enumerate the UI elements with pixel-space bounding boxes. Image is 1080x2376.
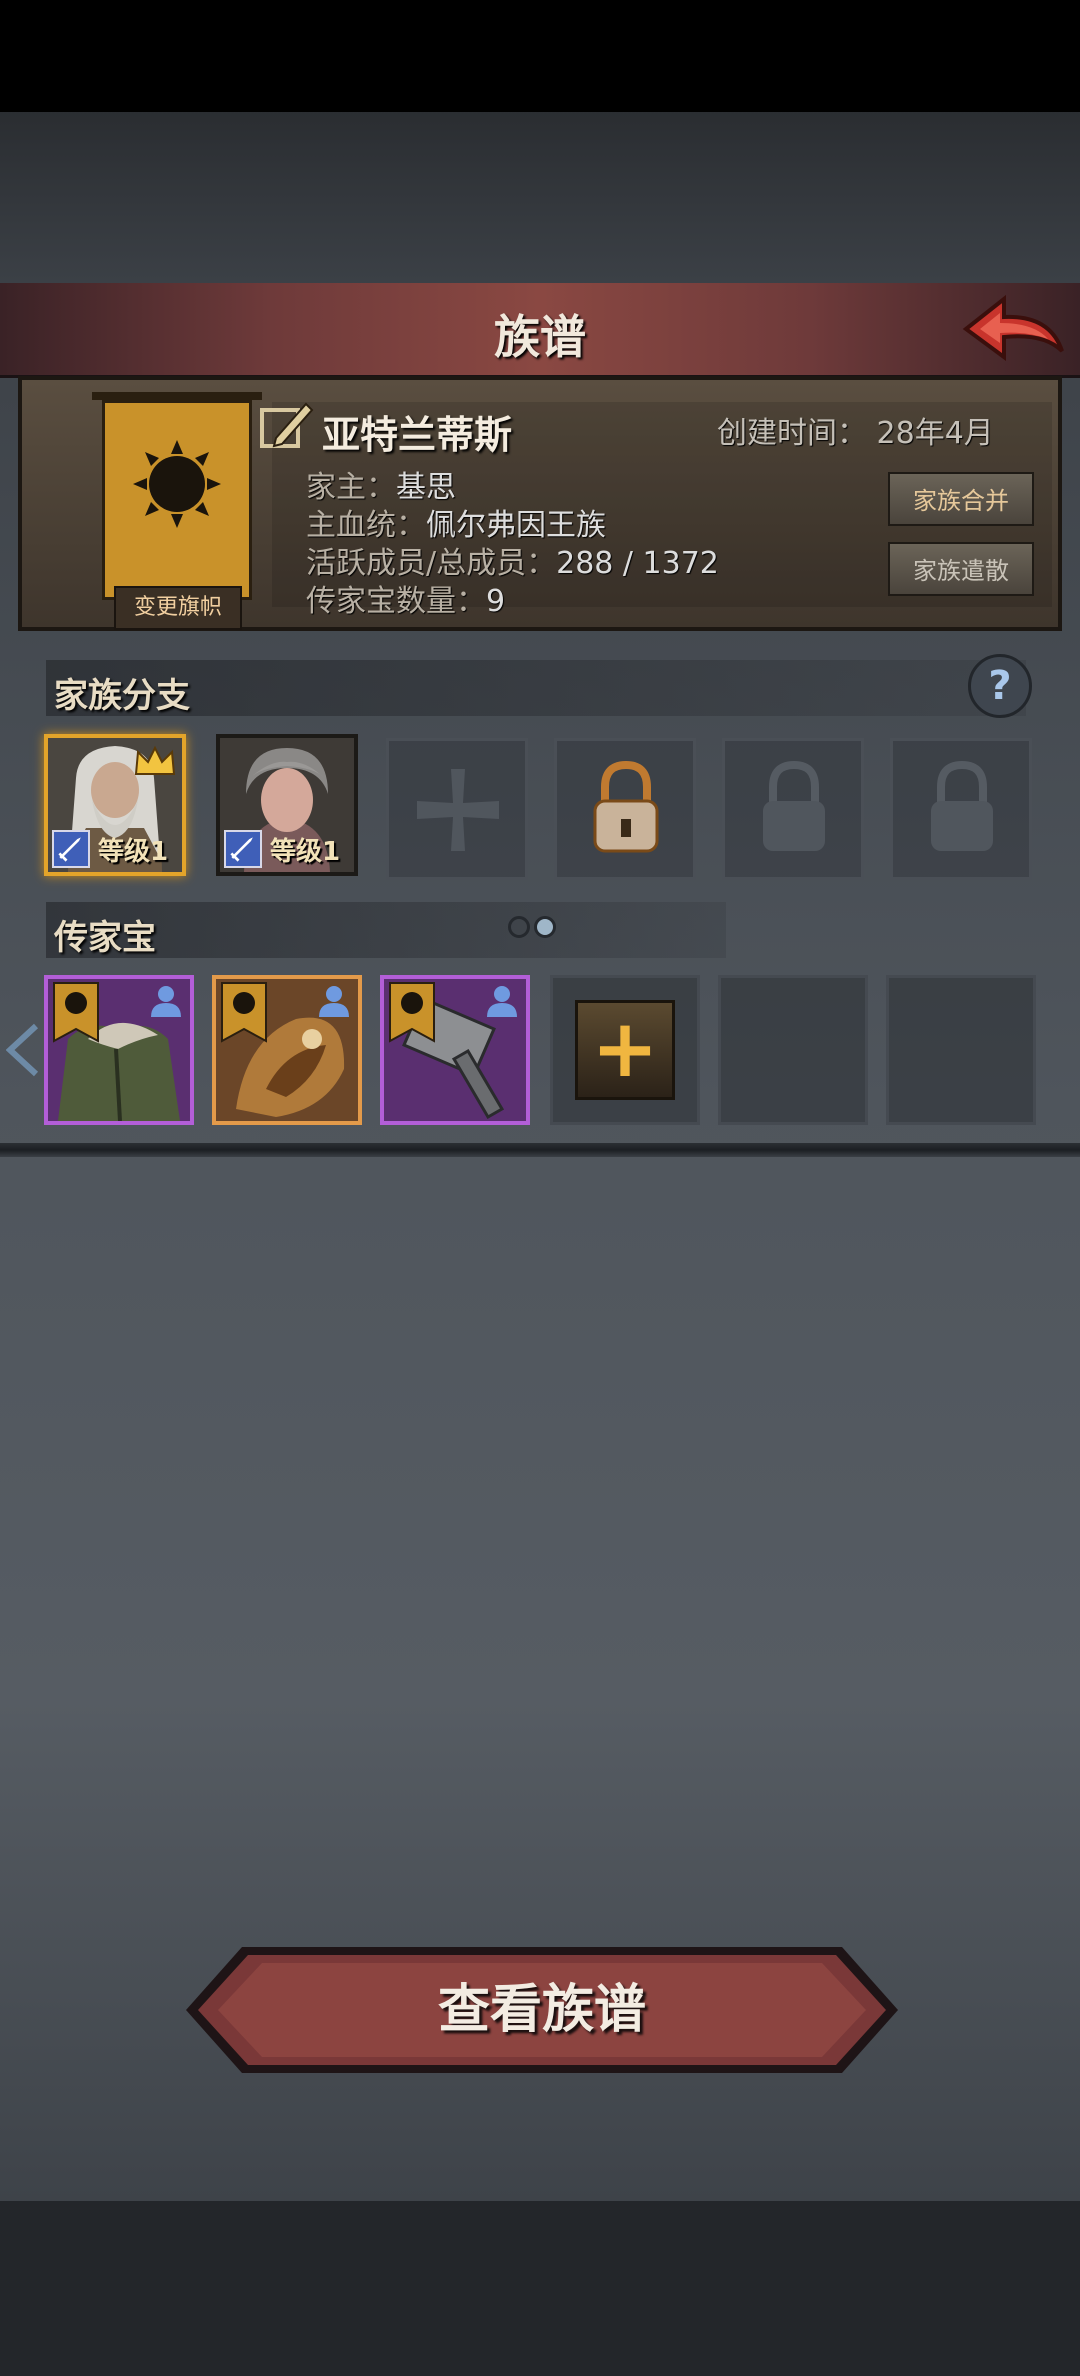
- page-dot: [508, 916, 530, 938]
- person-icon: [319, 986, 349, 1017]
- members-value: 288 / 1372: [556, 546, 719, 581]
- page-dot-active: [534, 916, 556, 938]
- page-indicator: [508, 916, 560, 942]
- heirloom-count-label: 传家宝数量：: [306, 584, 486, 619]
- level-label: 等级1: [98, 837, 169, 867]
- heirlooms-section-header: 传家宝: [46, 902, 726, 958]
- heirloom-item[interactable]: [44, 975, 194, 1125]
- family-banner[interactable]: [102, 400, 252, 600]
- branch-member-slot[interactable]: 等级1: [44, 734, 186, 876]
- status-bar: [0, 0, 1080, 112]
- empty-heirloom-slot: [886, 975, 1036, 1125]
- banner-pole: [92, 392, 262, 400]
- heirloom-item[interactable]: [212, 975, 362, 1125]
- family-info-panel: 变更旗帜 亚特兰蒂斯 创建时间： 28年4月 家主：基思 主血统：佩尔弗因王族 …: [18, 376, 1062, 631]
- change-banner-button[interactable]: 变更旗帜: [114, 586, 242, 630]
- add-heirloom-slot[interactable]: +: [550, 975, 700, 1125]
- flag-icon: [389, 982, 435, 1043]
- created-time: 创建时间： 28年4月: [717, 408, 994, 452]
- branch-member-slot[interactable]: 等级1: [216, 734, 358, 876]
- heirloom-count-row: 传家宝数量：9: [306, 576, 505, 620]
- locked-branch-slot[interactable]: [554, 738, 696, 880]
- created-label: 创建时间：: [717, 416, 867, 451]
- lock-icon: [763, 760, 825, 851]
- add-heirloom-button[interactable]: +: [575, 1000, 675, 1100]
- sun-emblem-icon: [133, 440, 221, 528]
- chevron-left-icon[interactable]: [6, 1022, 40, 1078]
- heirloom-count-value: 9: [486, 584, 506, 619]
- bottom-bar: [0, 2201, 1080, 2376]
- disband-family-button[interactable]: 家族遣散: [888, 542, 1034, 596]
- flag-icon: [221, 982, 267, 1043]
- cross-icon: [417, 769, 499, 851]
- family-name: 亚特兰蒂斯: [322, 413, 513, 457]
- title-bar: 族谱: [0, 283, 1080, 378]
- sword-icon: [224, 830, 262, 868]
- view-family-tree-label: 查看族谱: [437, 1980, 646, 2040]
- lock-icon: [593, 760, 659, 853]
- section-divider: [0, 1143, 1080, 1157]
- empty-heirloom-slot: [718, 975, 868, 1125]
- back-arrow-icon[interactable]: [958, 289, 1068, 369]
- heirlooms-title: 传家宝: [54, 918, 156, 958]
- person-icon: [151, 986, 181, 1017]
- locked-branch-slot: [890, 738, 1032, 880]
- flag-icon: [53, 982, 99, 1043]
- person-icon: [487, 986, 517, 1017]
- help-button[interactable]: ?: [968, 654, 1032, 718]
- level-label: 等级1: [270, 837, 341, 867]
- locked-branch-slot: [722, 738, 864, 880]
- empty-branch-slot[interactable]: [386, 738, 528, 880]
- heirloom-item[interactable]: [380, 975, 530, 1125]
- branches-title: 家族分支: [54, 676, 190, 716]
- sword-icon: [52, 830, 90, 868]
- screen: 族谱 变更旗帜 亚特兰蒂斯 创建时间： 28年4月 家主：基思 主血统：佩尔弗因…: [0, 0, 1080, 2376]
- merge-family-button[interactable]: 家族合并: [888, 472, 1034, 526]
- branches-section-header: 家族分支: [46, 660, 1026, 716]
- created-value: 28年4月: [876, 416, 994, 451]
- page-title: 族谱: [494, 310, 586, 364]
- edit-pencil-icon[interactable]: [258, 398, 314, 454]
- crown-icon: [134, 745, 176, 775]
- view-family-tree-button[interactable]: 查看族谱: [182, 1943, 902, 2077]
- lock-icon: [931, 760, 993, 851]
